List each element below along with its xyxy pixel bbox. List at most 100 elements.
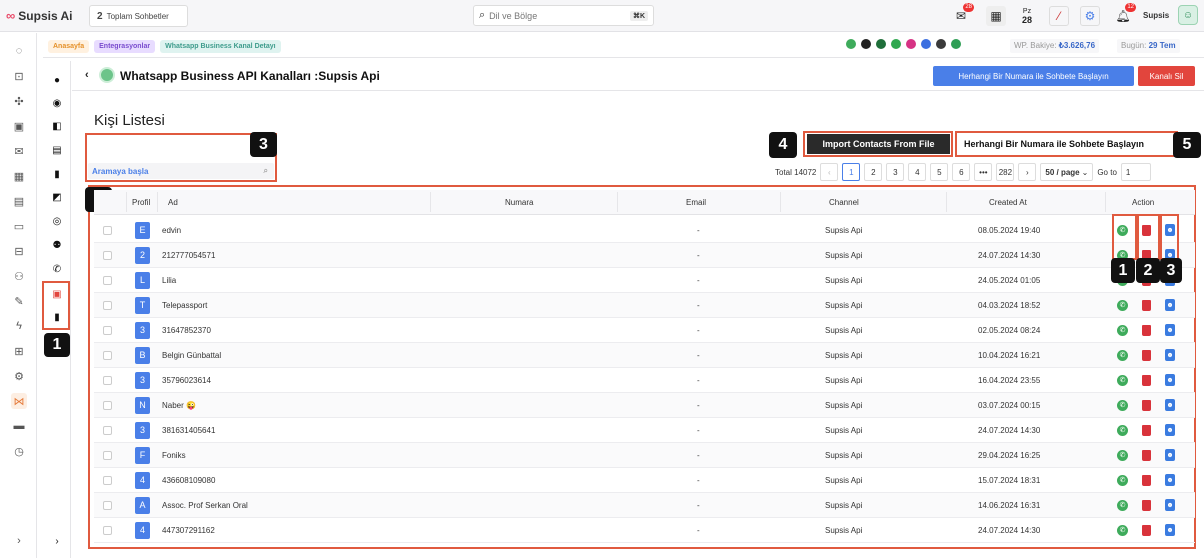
prev-page-button[interactable]: ‹ bbox=[820, 163, 839, 181]
trash-icon[interactable] bbox=[1142, 424, 1151, 436]
eye-icon[interactable]: ◉ bbox=[49, 95, 65, 111]
row-checkbox[interactable] bbox=[103, 525, 112, 535]
trash-icon[interactable] bbox=[1142, 474, 1151, 486]
envelope-icon[interactable]: ✉ bbox=[11, 143, 27, 159]
whatsapp-chat-icon[interactable]: ✆ bbox=[1117, 324, 1128, 336]
table-row[interactable]: 3 381631405641 - Supsis Api 24.07.2024 14:30… bbox=[94, 418, 1195, 443]
gear-icon[interactable]: ⚙ bbox=[11, 368, 27, 384]
contact-card-icon[interactable]: ☻ bbox=[1165, 424, 1175, 436]
row-checkbox[interactable] bbox=[103, 375, 112, 385]
page-6[interactable]: 6 bbox=[952, 163, 971, 181]
contact-card-icon[interactable]: ☻ bbox=[1165, 499, 1175, 511]
row-checkbox[interactable] bbox=[103, 425, 112, 435]
messenger-icon[interactable] bbox=[921, 39, 931, 49]
page-3[interactable]: 3 bbox=[886, 163, 905, 181]
calendar-icon[interactable]: ▦ bbox=[986, 6, 1006, 26]
row-checkbox[interactable] bbox=[103, 475, 112, 485]
row-checkbox[interactable] bbox=[103, 300, 112, 310]
wifi-icon[interactable] bbox=[861, 39, 871, 49]
integrations-icon[interactable]: ⋈ bbox=[11, 393, 27, 409]
whatsapp-chat-icon[interactable]: ✆ bbox=[1117, 374, 1128, 386]
contact-search-input[interactable]: Aramaya başla ⌕ bbox=[88, 163, 274, 179]
page-ellipsis[interactable]: ••• bbox=[974, 163, 993, 181]
user-name[interactable]: Supsis bbox=[1143, 11, 1169, 20]
bot-icon[interactable]: ⊡ bbox=[11, 68, 27, 84]
row-checkbox[interactable] bbox=[103, 400, 112, 410]
table-row[interactable]: 4 436608109080 - Supsis Api 15.07.2024 18:31… bbox=[94, 468, 1195, 493]
row-checkbox[interactable] bbox=[103, 450, 112, 460]
card-icon[interactable]: ▬ bbox=[11, 418, 27, 434]
table-row[interactable]: 3 31647852370 - Supsis Api 02.05.2024 08:24 ✆… bbox=[94, 318, 1195, 343]
total-chats[interactable]: 2 Toplam Sohbetler bbox=[89, 5, 188, 27]
message-icon[interactable]: ◩ bbox=[49, 189, 65, 205]
table-row[interactable]: N Naber 😜 - Supsis Api 03.07.2024 00:15 ✆ ☻ bbox=[94, 393, 1195, 418]
col-email[interactable]: Email bbox=[686, 198, 706, 207]
page-last[interactable]: 282 bbox=[996, 163, 1015, 181]
id-icon[interactable]: ▣ bbox=[11, 118, 27, 134]
contact-card-icon[interactable]: ☻ bbox=[1165, 299, 1175, 311]
whatsapp-chat-icon[interactable]: ✆ bbox=[1117, 474, 1128, 486]
next-page-button[interactable]: › bbox=[1018, 163, 1037, 181]
table-row[interactable]: A Assoc. Prof Serkan Oral - Supsis Api 14.06… bbox=[94, 493, 1195, 518]
whatsapp-chat-icon[interactable]: ✆ bbox=[1117, 524, 1128, 536]
whatsapp-chat-icon[interactable]: ✆ bbox=[1117, 449, 1128, 461]
trash-icon[interactable] bbox=[1142, 299, 1151, 311]
instagram-icon[interactable] bbox=[906, 39, 916, 49]
col-number[interactable]: Numara bbox=[505, 198, 533, 207]
collapse-icon[interactable]: › bbox=[49, 533, 65, 549]
contact-card-icon[interactable]: ☻ bbox=[1165, 474, 1175, 486]
lightning-icon[interactable]: ϟ bbox=[11, 318, 27, 334]
delete-channel-button[interactable]: Kanalı Sil bbox=[1138, 66, 1195, 86]
whatsapp-chat-icon[interactable]: ✆ bbox=[1117, 349, 1128, 361]
back-chevron-icon[interactable]: ‹ bbox=[85, 69, 89, 81]
trash-icon[interactable] bbox=[1142, 399, 1151, 411]
trash-icon[interactable] bbox=[1142, 324, 1151, 336]
row-checkbox[interactable] bbox=[103, 500, 112, 510]
whatsapp-chat-icon[interactable]: ✆ bbox=[1117, 424, 1128, 436]
users-icon[interactable]: ⚇ bbox=[11, 268, 27, 284]
mail-icon[interactable]: ✉ 28 bbox=[951, 3, 974, 26]
date-widget[interactable]: Pz 28 bbox=[1014, 6, 1040, 26]
contact-card-icon[interactable]: ☻ bbox=[1165, 374, 1175, 386]
pen-icon[interactable]: ✎ bbox=[11, 293, 27, 309]
table-icon[interactable]: ▤ bbox=[49, 142, 65, 158]
whatsapp-chat-icon[interactable]: ✆ bbox=[1117, 399, 1128, 411]
phone-channel-icon[interactable] bbox=[951, 39, 961, 49]
apps-icon[interactable]: ⊞ bbox=[11, 343, 27, 359]
page-4[interactable]: 4 bbox=[908, 163, 927, 181]
phone-icon[interactable]: ✆ bbox=[49, 261, 65, 277]
trash-icon[interactable] bbox=[1142, 449, 1151, 461]
ticket-icon[interactable]: ▭ bbox=[11, 218, 27, 234]
whatsapp-chat-icon[interactable]: ✆ bbox=[1117, 299, 1128, 311]
row-checkbox[interactable] bbox=[103, 225, 112, 235]
start-chat-button[interactable]: Herhangi Bir Numara ile Sohbete Başlayın bbox=[958, 134, 1175, 154]
row-checkbox[interactable] bbox=[103, 250, 112, 260]
table-row[interactable]: Eedvin - Supsis Api 08.05.2024 19:40 ✆ ☻ bbox=[94, 218, 1195, 243]
page-1[interactable]: 1 bbox=[842, 163, 861, 181]
whatsapp-icon[interactable] bbox=[891, 39, 901, 49]
grid-icon[interactable]: ✣ bbox=[11, 93, 27, 109]
settings-icon[interactable]: ⚙ bbox=[1080, 6, 1100, 26]
table-row[interactable]: 3 35796023614 - Supsis Api 16.04.2024 23:55 ✆… bbox=[94, 368, 1195, 393]
expand-rail-icon[interactable]: › bbox=[11, 533, 27, 549]
chat-bubble-icon[interactable] bbox=[936, 39, 946, 49]
sms-icon[interactable] bbox=[846, 39, 856, 49]
row-checkbox[interactable] bbox=[103, 325, 112, 335]
bell-icon[interactable]: 🔔︎ 12 bbox=[1113, 3, 1136, 26]
contact-card-icon[interactable]: ☻ bbox=[1165, 349, 1175, 361]
row-checkbox[interactable] bbox=[103, 350, 112, 360]
page-size-select[interactable]: 50 / page ⌄ bbox=[1040, 163, 1094, 181]
trash-icon[interactable] bbox=[1142, 524, 1151, 536]
goto-page-input[interactable]: 1 bbox=[1120, 163, 1151, 181]
brand-logo[interactable]: ∞ Supsis Ai bbox=[6, 8, 73, 23]
table-row[interactable]: 2 212777054571 - Supsis Api 24.07.2024 14:30… bbox=[94, 243, 1195, 268]
start-chat-header-button[interactable]: Herhangi Bir Numara ile Sohbete Başlayın bbox=[933, 66, 1134, 86]
table-row[interactable]: F Foniks - Supsis Api 29.04.2024 16:25 ✆ ☻ bbox=[94, 443, 1195, 468]
contact-card-icon[interactable]: ☻ bbox=[1165, 449, 1175, 461]
table-row[interactable]: 4 447307291162 - Supsis Api 24.07.2024 14:30… bbox=[94, 518, 1195, 543]
breadcrumb-integrations[interactable]: Entegrasyonlar bbox=[94, 40, 156, 53]
col-name[interactable]: Ad bbox=[168, 198, 178, 207]
table-row[interactable]: LLilia-Supsis Api24.05.2024 01:05✆☻ bbox=[94, 268, 1195, 293]
wallet-icon[interactable]: ◧ bbox=[49, 118, 65, 134]
file-icon[interactable]: ▮ bbox=[49, 166, 65, 182]
